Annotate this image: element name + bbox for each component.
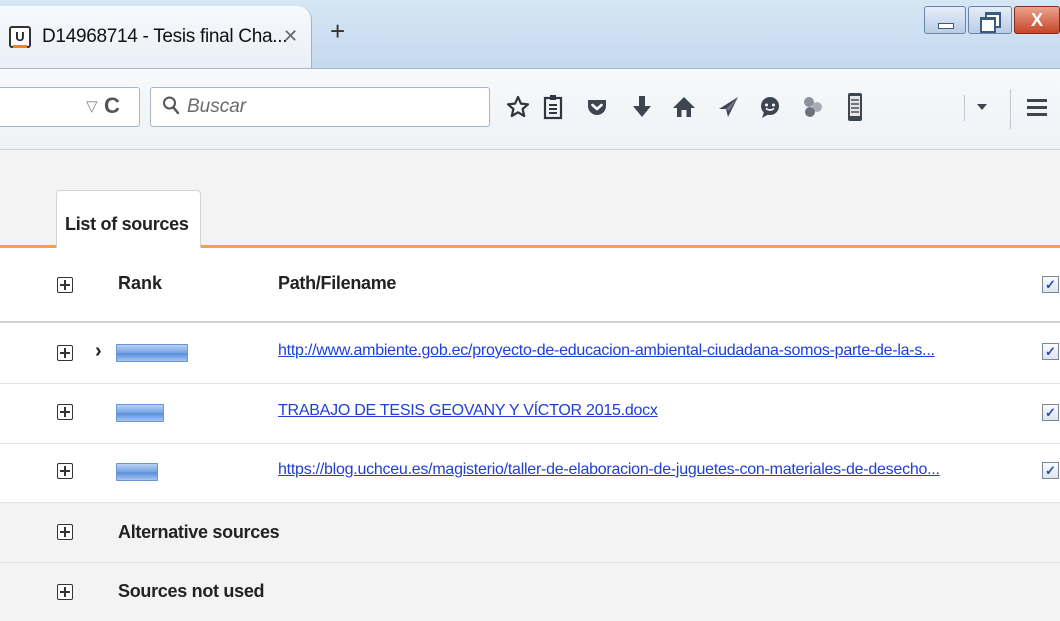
rank-bar [116,463,158,481]
selected-row-marker: › [95,340,102,362]
group-row-sources-not-used[interactable]: Sources not used [0,563,1060,621]
url-bar[interactable]: ▽ C [0,87,140,127]
table-row[interactable]: TRABAJO DE TESIS GEOVANY Y VÍCTOR 2015.d… [0,384,1060,443]
minimize-window-button[interactable] [924,6,966,34]
group-row-alternative-sources[interactable]: Alternative sources [0,503,1060,562]
home-icon[interactable] [669,91,699,123]
expand-row-icon[interactable] [57,463,73,479]
navigation-toolbar: ▽ C [0,68,1060,150]
rank-bar [116,404,164,422]
dropdown-arrow-icon[interactable] [972,91,992,123]
reload-icon[interactable]: C [104,93,120,119]
toolbar-separator [964,95,965,121]
column-header-rank[interactable]: Rank [118,273,162,294]
browser-tab[interactable]: U D14968714 - Tesis final Cha... ✕ [0,6,312,68]
extension-icon[interactable] [798,91,828,123]
phone-icon[interactable] [840,91,870,123]
restore-window-button[interactable] [968,6,1012,34]
search-icon [163,96,180,115]
source-link[interactable]: https://blog.uchceu.es/magisterio/taller… [278,461,940,479]
turnitin-favicon-icon: U [9,26,31,48]
pocket-icon[interactable] [582,91,612,123]
expand-row-icon[interactable] [57,404,73,420]
group-label: Sources not used [118,581,265,601]
source-checkbox[interactable]: ✓ [1042,343,1059,360]
select-all-checkbox[interactable]: ✓ [1042,276,1059,293]
send-icon[interactable] [713,91,743,123]
expand-all-icon[interactable] [57,277,73,293]
tab-list-of-sources[interactable]: List of sources [56,190,201,248]
close-window-button[interactable]: X [1014,6,1060,34]
chat-icon[interactable] [755,91,785,123]
expand-row-icon[interactable] [57,345,73,361]
source-checkbox[interactable]: ✓ [1042,404,1059,421]
expand-group-icon[interactable] [57,584,73,600]
bookmark-star-icon[interactable] [503,91,533,123]
tab-strip: U D14968714 - Tesis final Cha... ✕ + X [0,0,1060,68]
source-checkbox[interactable]: ✓ [1042,462,1059,479]
new-tab-button[interactable]: + [330,18,345,44]
close-tab-icon[interactable]: ✕ [283,26,298,47]
search-input[interactable] [187,95,477,119]
search-bar[interactable] [150,87,490,127]
column-header-path[interactable]: Path/Filename [278,273,396,294]
url-history-dropdown-icon[interactable]: ▽ [86,97,98,115]
tab-title: D14968714 - Tesis final Cha... [42,26,288,47]
source-link[interactable]: http://www.ambiente.gob.ec/proyecto-de-e… [278,342,935,360]
menu-icon[interactable] [1022,91,1052,123]
source-link[interactable]: TRABAJO DE TESIS GEOVANY Y VÍCTOR 2015.d… [278,402,658,420]
table-row[interactable]: https://blog.uchceu.es/magisterio/taller… [0,444,1060,502]
rank-bar [116,344,188,362]
reading-list-icon[interactable] [538,91,568,123]
sources-panel: List of sources Rank Path/Filename ✓ › h… [0,150,1060,621]
group-label: Alternative sources [118,522,280,542]
table-header-row: Rank Path/Filename ✓ [0,248,1060,321]
download-icon[interactable] [627,91,657,123]
table-row[interactable]: › http://www.ambiente.gob.ec/proyecto-de… [0,323,1060,383]
toolbar-separator [1010,89,1011,129]
expand-group-icon[interactable] [57,524,73,540]
